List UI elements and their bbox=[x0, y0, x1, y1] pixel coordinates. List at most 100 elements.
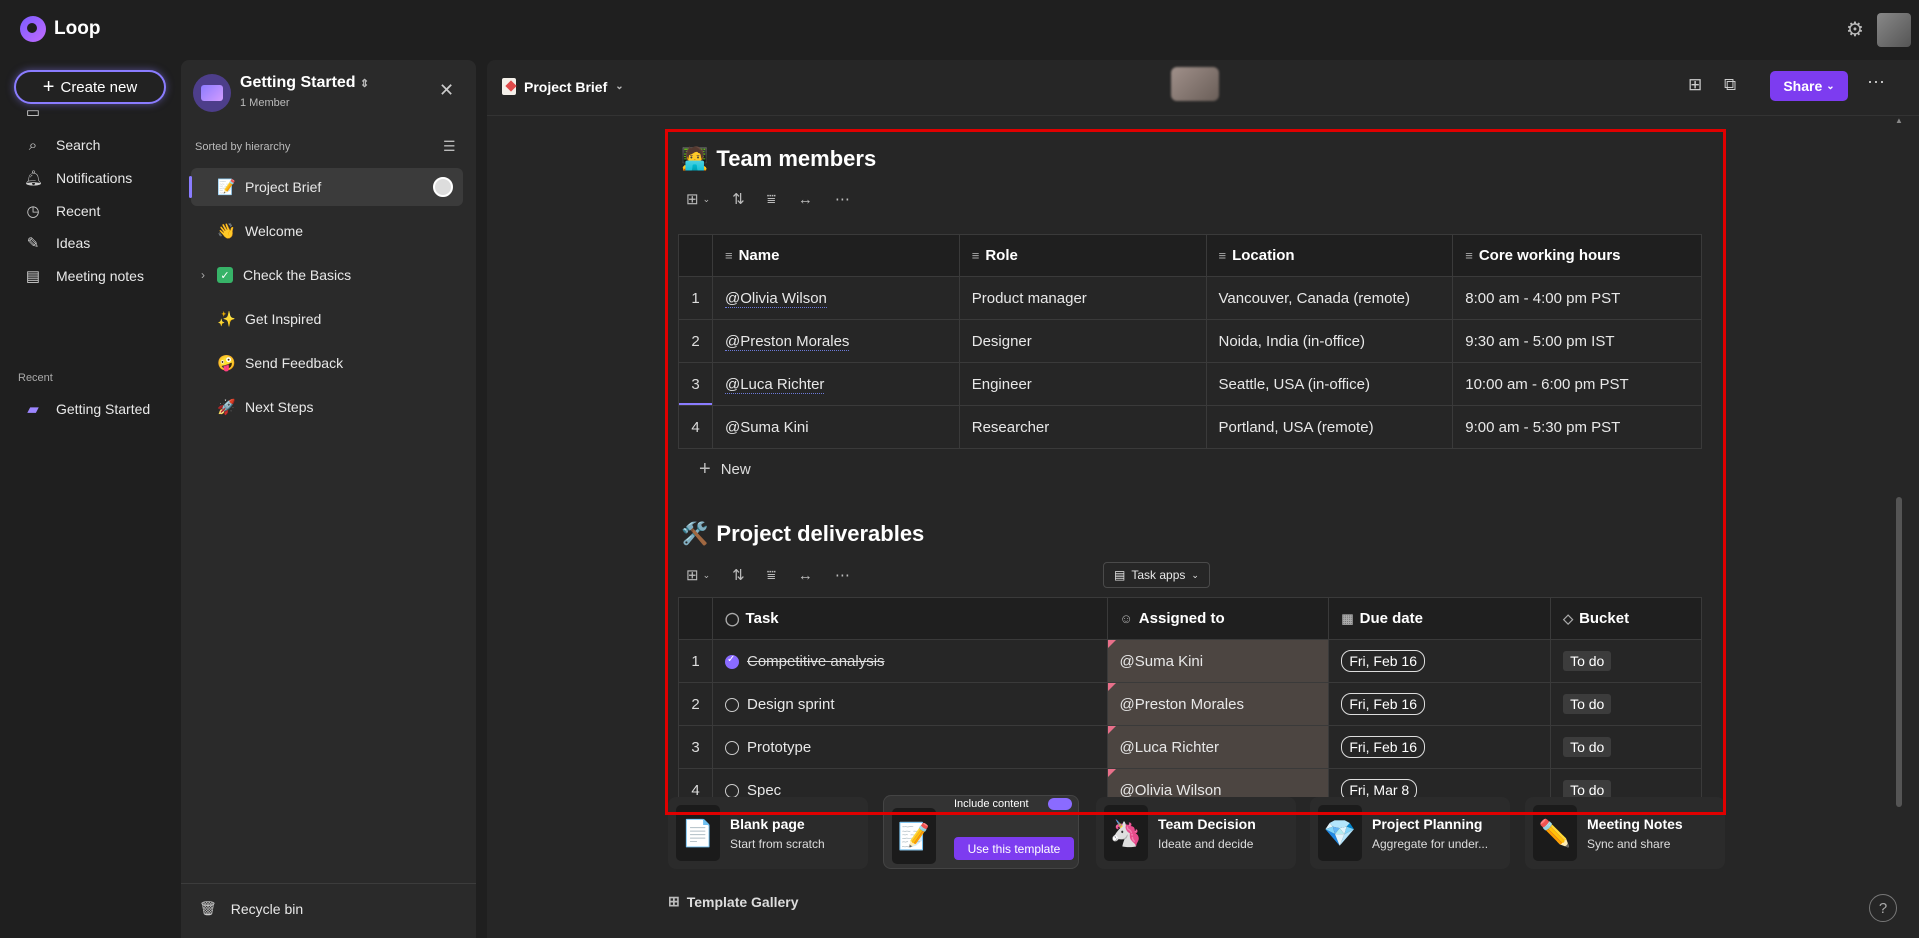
table-cell-location[interactable]: Portland, USA (remote) bbox=[1205, 405, 1454, 449]
nav-item-search[interactable]: ⌕ Search bbox=[24, 130, 101, 160]
table-cell-bucket[interactable]: To do bbox=[1550, 768, 1702, 797]
date-pill[interactable]: Fri, Feb 16 bbox=[1341, 650, 1426, 672]
task-apps-button[interactable]: ▤ Task apps ⌄ bbox=[1103, 562, 1210, 588]
page-title-breadcrumb[interactable]: Project Brief ⌄ bbox=[502, 78, 624, 95]
page-item-project-brief[interactable]: 📝 Project Brief bbox=[189, 168, 463, 206]
nav-item-meeting-notes[interactable]: ▤ Meeting notes bbox=[24, 261, 144, 291]
table-cell-name[interactable]: @Suma Kini bbox=[711, 405, 960, 449]
person-mention[interactable]: @Suma Kini bbox=[1120, 653, 1204, 670]
column-header-hours[interactable]: ≡ Core working hours bbox=[1452, 234, 1702, 277]
table-cell-due-date[interactable]: Fri, Feb 16 bbox=[1328, 639, 1552, 683]
filter-icon[interactable]: ☰ bbox=[443, 138, 456, 155]
person-mention[interactable]: @Suma Kini bbox=[725, 419, 809, 436]
table-cell-name[interactable]: @Preston Morales bbox=[711, 319, 960, 363]
table-cell-role[interactable]: Researcher bbox=[958, 405, 1207, 449]
task-check-circle-icon[interactable] bbox=[724, 740, 739, 755]
table-cell-bucket[interactable]: To do bbox=[1550, 682, 1702, 726]
person-mention[interactable]: @Preston Morales bbox=[1120, 696, 1244, 713]
table-cell-assigned[interactable]: @Suma Kini bbox=[1106, 639, 1330, 683]
table-cell-name[interactable]: @Luca Richter bbox=[711, 362, 960, 406]
workspace-title[interactable]: Getting Started ⇕ bbox=[240, 74, 369, 92]
column-header-task[interactable]: ◯ Task bbox=[711, 597, 1108, 640]
page-item-next-steps[interactable]: 🚀 Next Steps bbox=[191, 388, 463, 426]
sidebar-toggle[interactable]: ▭ bbox=[24, 97, 42, 127]
table-cell-role[interactable]: Product manager bbox=[958, 276, 1207, 320]
date-pill[interactable]: Fri, Feb 16 bbox=[1341, 736, 1426, 758]
collaborator-avatar[interactable] bbox=[1171, 67, 1219, 101]
date-pill[interactable]: Fri, Mar 8 bbox=[1341, 779, 1418, 797]
scrollbar-thumb[interactable] bbox=[1896, 497, 1902, 807]
table-cell-hours[interactable]: 9:30 am - 5:00 pm IST bbox=[1452, 319, 1702, 363]
template-card-team-decision[interactable]: 🦄 Team Decision Ideate and decide bbox=[1096, 797, 1296, 869]
template-card-blank-page[interactable]: 📄 Blank page Start from scratch bbox=[668, 797, 868, 869]
table-cell-due-date[interactable]: Fri, Feb 16 bbox=[1328, 725, 1552, 769]
nav-item-recent[interactable]: ◷ Recent bbox=[24, 196, 100, 226]
bucket-tag[interactable]: To do bbox=[1563, 694, 1612, 714]
workspace-switch-icon[interactable]: ⧉ bbox=[1724, 75, 1736, 95]
bucket-tag[interactable]: To do bbox=[1563, 780, 1612, 797]
column-header-bucket[interactable]: ◇ Bucket bbox=[1550, 597, 1702, 640]
person-mention[interactable]: @Luca Richter bbox=[1120, 739, 1219, 756]
more-options-icon[interactable]: ⋯ bbox=[835, 190, 850, 208]
use-template-button[interactable]: Use this template bbox=[954, 837, 1074, 860]
filter-icon[interactable]: ⩸ bbox=[767, 567, 776, 584]
column-header-location[interactable]: ≡ Location bbox=[1205, 234, 1454, 277]
app-logo[interactable]: Loop bbox=[20, 16, 100, 42]
workspace-members[interactable]: 1 Member bbox=[240, 97, 290, 109]
settings-gear-icon[interactable]: ⚙ bbox=[1844, 19, 1866, 41]
table-cell-location[interactable]: Seattle, USA (in-office) bbox=[1205, 362, 1454, 406]
nav-item-ideas[interactable]: ✎ Ideas bbox=[24, 228, 91, 258]
table-cell-role[interactable]: Engineer bbox=[958, 362, 1207, 406]
task-check-circle-icon[interactable] bbox=[724, 783, 739, 797]
person-mention[interactable]: @Olivia Wilson bbox=[724, 289, 827, 308]
table-cell-bucket[interactable]: To do bbox=[1550, 639, 1702, 683]
table-cell-name[interactable]: @Olivia Wilson bbox=[711, 276, 960, 320]
more-options-icon[interactable]: ⋯ bbox=[835, 566, 850, 584]
table-cell-bucket[interactable]: To do bbox=[1550, 725, 1702, 769]
date-pill[interactable]: Fri, Feb 16 bbox=[1341, 693, 1426, 715]
resize-columns-icon[interactable]: ↔ bbox=[798, 567, 813, 584]
column-header-role[interactable]: ≡ Role bbox=[958, 234, 1207, 277]
sort-icon[interactable]: ⇅ bbox=[732, 190, 745, 208]
table-cell-hours[interactable]: 9:00 am - 5:30 pm PST bbox=[1452, 405, 1702, 449]
table-cell-assigned[interactable]: @Preston Morales bbox=[1106, 682, 1330, 726]
template-gallery-button[interactable]: ⊞ Template Gallery bbox=[668, 893, 799, 910]
column-header-due-date[interactable]: ▦ Due date bbox=[1328, 597, 1552, 640]
bucket-tag[interactable]: To do bbox=[1563, 651, 1612, 671]
table-cell-due-date[interactable]: Fri, Feb 16 bbox=[1328, 682, 1552, 726]
close-icon[interactable]: ✕ bbox=[439, 80, 454, 101]
table-view-icon[interactable]: ⊞ ⌄ bbox=[686, 566, 710, 584]
table-cell-location[interactable]: Noida, India (in-office) bbox=[1205, 319, 1454, 363]
add-row-button[interactable]: + New bbox=[699, 458, 751, 481]
template-card-meeting-notes[interactable]: ✏️ Meeting Notes Sync and share bbox=[1525, 797, 1725, 869]
person-mention[interactable]: @Preston Morales bbox=[724, 332, 850, 351]
resize-columns-icon[interactable]: ↔ bbox=[798, 191, 813, 208]
page-item-check-the-basics[interactable]: › ✓ Check the Basics bbox=[191, 256, 463, 294]
chevron-right-icon[interactable]: › bbox=[201, 268, 205, 282]
recent-item-getting-started[interactable]: ▰ Getting Started bbox=[24, 394, 150, 424]
table-cell-task[interactable]: Spec bbox=[711, 768, 1108, 797]
column-header-assigned[interactable]: ☺ Assigned to bbox=[1106, 597, 1330, 640]
sort-icon[interactable]: ⇅ bbox=[732, 566, 745, 584]
person-mention[interactable]: @Luca Richter bbox=[724, 375, 825, 394]
scroll-up-arrow[interactable]: ▲ bbox=[1895, 116, 1903, 125]
column-header-name[interactable]: ≡ Name bbox=[711, 234, 960, 277]
page-item-welcome[interactable]: 👋 Welcome bbox=[191, 212, 463, 250]
user-avatar[interactable] bbox=[1877, 13, 1911, 47]
help-button[interactable]: ? bbox=[1869, 894, 1897, 922]
share-button[interactable]: Share ⌄ bbox=[1770, 71, 1848, 101]
table-cell-task[interactable]: Design sprint bbox=[711, 682, 1108, 726]
components-icon[interactable]: ⊞ bbox=[1688, 75, 1702, 95]
table-cell-hours[interactable]: 10:00 am - 6:00 pm PST bbox=[1452, 362, 1702, 406]
table-cell-task[interactable]: Prototype bbox=[711, 725, 1108, 769]
nav-item-notifications[interactable]: 🔔︎ Notifications bbox=[24, 163, 132, 193]
table-cell-assigned[interactable]: @Luca Richter bbox=[1106, 725, 1330, 769]
table-cell-location[interactable]: Vancouver, Canada (remote) bbox=[1205, 276, 1454, 320]
table-cell-due-date[interactable]: Fri, Mar 8 bbox=[1328, 768, 1552, 797]
include-content-toggle[interactable] bbox=[1048, 798, 1072, 810]
table-view-icon[interactable]: ⊞ ⌄ bbox=[686, 190, 710, 208]
table-cell-hours[interactable]: 8:00 am - 4:00 pm PST bbox=[1452, 276, 1702, 320]
completed-check-icon[interactable] bbox=[724, 654, 739, 669]
more-options-icon[interactable]: ⋯ bbox=[1867, 72, 1885, 93]
bucket-tag[interactable]: To do bbox=[1563, 737, 1612, 757]
